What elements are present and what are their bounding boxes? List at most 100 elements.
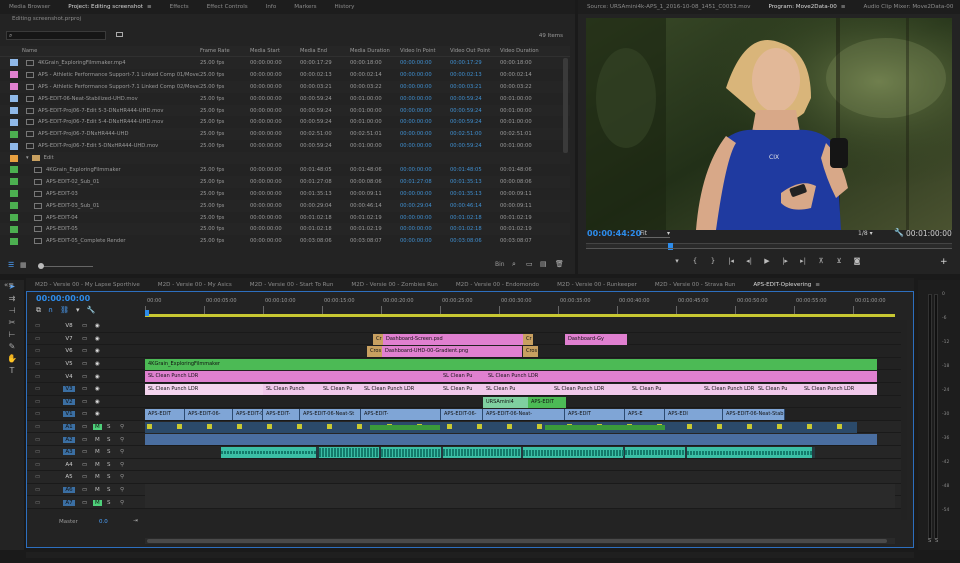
mic-icon[interactable]: ⚲ bbox=[120, 462, 124, 468]
sync-lock-icon[interactable]: ▭ bbox=[35, 348, 40, 354]
mic-icon[interactable]: ⚲ bbox=[120, 487, 124, 493]
bottom-scrollbar[interactable] bbox=[26, 552, 914, 558]
table-row[interactable]: APS-EDIT-05_Complete Render 25.00 fps 00:0… bbox=[0, 235, 570, 247]
toggle-track-output-icon[interactable]: ▭ bbox=[82, 424, 87, 430]
timeline-tab-6[interactable]: M2D - Versie 00 - Strava Run bbox=[646, 278, 745, 292]
adjustment-clip[interactable]: SL Clean Punch bbox=[263, 384, 320, 395]
row-vo[interactable]: 00:01:02:18 bbox=[450, 226, 500, 232]
adjustment-clip[interactable]: SL Clean Punch LDR bbox=[361, 384, 440, 395]
toggle-track-output-icon[interactable]: ▭ bbox=[82, 399, 87, 405]
trash-icon[interactable]: 🗑 bbox=[555, 260, 564, 268]
timeline-playhead[interactable] bbox=[145, 310, 149, 316]
track-target[interactable]: V1 bbox=[63, 411, 75, 418]
project-tab-0[interactable]: Media Browser bbox=[0, 0, 59, 14]
row-vi[interactable]: 00:00:00:00 bbox=[400, 96, 450, 102]
project-tab-5[interactable]: Markers bbox=[285, 0, 325, 14]
solo-button[interactable]: S bbox=[107, 474, 111, 480]
monitor-tab-0[interactable]: Source: URSAmini4k-APS_1_2016-10-08_1451… bbox=[578, 0, 759, 14]
ripple-edit-icon[interactable]: ⊣ bbox=[7, 306, 17, 316]
panel-menu-icon[interactable]: ≡ bbox=[841, 4, 846, 10]
table-row[interactable]: APS-EDIT-06-Neat-Stabilized-UHD.mov 25.00… bbox=[0, 93, 570, 105]
search-input[interactable]: ⌕ bbox=[6, 31, 106, 40]
master-jump-icon[interactable]: ⇥ bbox=[133, 518, 138, 524]
sync-lock-icon[interactable]: ▭ bbox=[35, 474, 40, 480]
video-clip[interactable]: 4KGrain_ExploringFilmmaker bbox=[145, 358, 877, 370]
video-clip[interactable]: APS-EDIT-06 bbox=[233, 409, 263, 421]
sync-lock-icon[interactable]: ▭ bbox=[35, 424, 40, 430]
solo-right[interactable]: S bbox=[935, 538, 938, 544]
slip-icon[interactable]: ⊢ bbox=[7, 330, 17, 340]
sync-lock-icon[interactable]: ▭ bbox=[35, 437, 40, 443]
adjustment-clip[interactable]: SL Clean Pu bbox=[320, 384, 361, 395]
master-value[interactable]: 0.0 bbox=[99, 519, 108, 525]
table-row[interactable]: APS-EDIT-Proj06-7-Edit 5-DNxHR444-UHD.mo… bbox=[0, 140, 570, 152]
transition-clip[interactable]: Cros bbox=[367, 346, 382, 358]
toggle-track-output-icon[interactable]: ▭ bbox=[82, 374, 87, 380]
video-clip[interactable]: APS-EDIT-06-Neat- bbox=[483, 409, 565, 421]
solo-button[interactable]: S bbox=[107, 487, 111, 493]
snap-icon[interactable]: ∩ bbox=[48, 306, 60, 314]
toggle-track-output-icon[interactable]: ▭ bbox=[82, 348, 87, 354]
video-clip[interactable]: APS-EDI bbox=[665, 409, 723, 421]
row-vi[interactable]: 00:00:00:00 bbox=[400, 60, 450, 66]
eye-icon[interactable]: ◉ bbox=[95, 386, 100, 392]
column-header[interactable]: Video Duration bbox=[500, 48, 550, 54]
step-forward-icon[interactable]: |▸ bbox=[776, 257, 794, 265]
table-row[interactable]: APS-EDIT-Proj06-7-Edit 5-3-DNxHR444-UHD.… bbox=[0, 104, 570, 117]
track-target[interactable]: A7 bbox=[63, 499, 75, 506]
audio-clip[interactable] bbox=[221, 447, 815, 458]
monitor-tab-2[interactable]: Audio Clip Mixer: Move2Data-00 bbox=[855, 0, 960, 14]
row-vo[interactable]: 00:01:02:18 bbox=[450, 215, 500, 221]
sync-lock-icon[interactable]: ▭ bbox=[35, 411, 40, 417]
panel-menu-icon[interactable]: ≡ bbox=[815, 282, 820, 288]
adjustment-clip[interactable]: SL Clean Punch LDR bbox=[701, 384, 755, 395]
row-vo[interactable]: 00:00:59:24 bbox=[450, 143, 500, 149]
timeline-tab-3[interactable]: M2D - Versie 00 - Zombies Run bbox=[342, 278, 446, 292]
lift-icon[interactable]: ⊼ bbox=[812, 257, 830, 265]
solo-button[interactable]: S bbox=[107, 462, 111, 468]
go-to-out-icon[interactable]: ▸| bbox=[794, 257, 812, 265]
new-bin-icon[interactable] bbox=[116, 32, 123, 37]
list-view-icon[interactable]: ☰ bbox=[8, 261, 14, 269]
solo-left[interactable]: S bbox=[928, 538, 931, 544]
sync-lock-icon[interactable]: ▭ bbox=[35, 386, 40, 392]
mic-icon[interactable]: ⚲ bbox=[120, 500, 124, 506]
adjustment-clip[interactable]: SL Clean Pu bbox=[483, 384, 551, 395]
timeline-tab-5[interactable]: M2D - Versie 00 - Runkeeper bbox=[548, 278, 646, 292]
mic-icon[interactable]: ⚲ bbox=[120, 474, 124, 480]
icon-view-icon[interactable]: ▦ bbox=[20, 261, 27, 269]
transition-clip[interactable]: Cr bbox=[373, 333, 383, 345]
eye-icon[interactable]: ◉ bbox=[95, 411, 100, 417]
toggle-track-output-icon[interactable]: ▭ bbox=[82, 474, 87, 480]
table-row[interactable]: ▾ Edit bbox=[0, 152, 570, 165]
resolution-dropdown[interactable]: 1/8 ▾ bbox=[858, 230, 873, 237]
row-vi[interactable]: 00:00:00:00 bbox=[400, 84, 450, 90]
video-clip[interactable]: APS-EDIT- bbox=[263, 409, 300, 421]
razor-icon[interactable]: ✂ bbox=[7, 318, 17, 328]
row-vo[interactable]: 00:01:35:13 bbox=[450, 191, 500, 197]
label-color-swatch[interactable] bbox=[10, 178, 18, 186]
graphic-clip[interactable]: Dashboard-UHD-00-Gradient.png bbox=[382, 346, 522, 358]
hand-icon[interactable]: ✋ bbox=[7, 354, 17, 364]
project-tab-2[interactable]: Effects bbox=[161, 0, 198, 14]
add-button-icon[interactable]: + bbox=[940, 257, 948, 267]
label-color-swatch[interactable] bbox=[10, 214, 18, 222]
label-color-swatch[interactable] bbox=[10, 154, 18, 162]
toggle-track-output-icon[interactable]: ▭ bbox=[82, 411, 87, 417]
label-color-swatch[interactable] bbox=[10, 107, 18, 114]
row-vi[interactable]: 00:00:00:00 bbox=[400, 131, 450, 137]
marker-icon[interactable]: ▾ bbox=[76, 306, 87, 314]
sync-lock-icon[interactable]: ▭ bbox=[35, 336, 40, 342]
label-color-swatch[interactable] bbox=[10, 237, 18, 245]
table-row[interactable]: APS - Athletic Performance Support-7.1 L… bbox=[0, 69, 570, 81]
adjustment-clip[interactable]: SL Clean Punch LDR bbox=[801, 384, 877, 395]
label-color-swatch[interactable] bbox=[10, 130, 18, 138]
video-clip[interactable]: APS-EDIT- bbox=[361, 409, 441, 421]
eye-icon[interactable]: ◉ bbox=[95, 399, 100, 405]
sync-lock-icon[interactable]: ▭ bbox=[35, 374, 40, 380]
go-to-in-icon[interactable]: |◂ bbox=[722, 257, 740, 265]
mark-out-icon[interactable]: } bbox=[704, 257, 722, 265]
zoom-slider[interactable] bbox=[38, 263, 93, 269]
adjustment-clip[interactable]: SL Clean Pu bbox=[629, 384, 701, 395]
wrench-icon[interactable]: 🔧 bbox=[894, 228, 904, 237]
